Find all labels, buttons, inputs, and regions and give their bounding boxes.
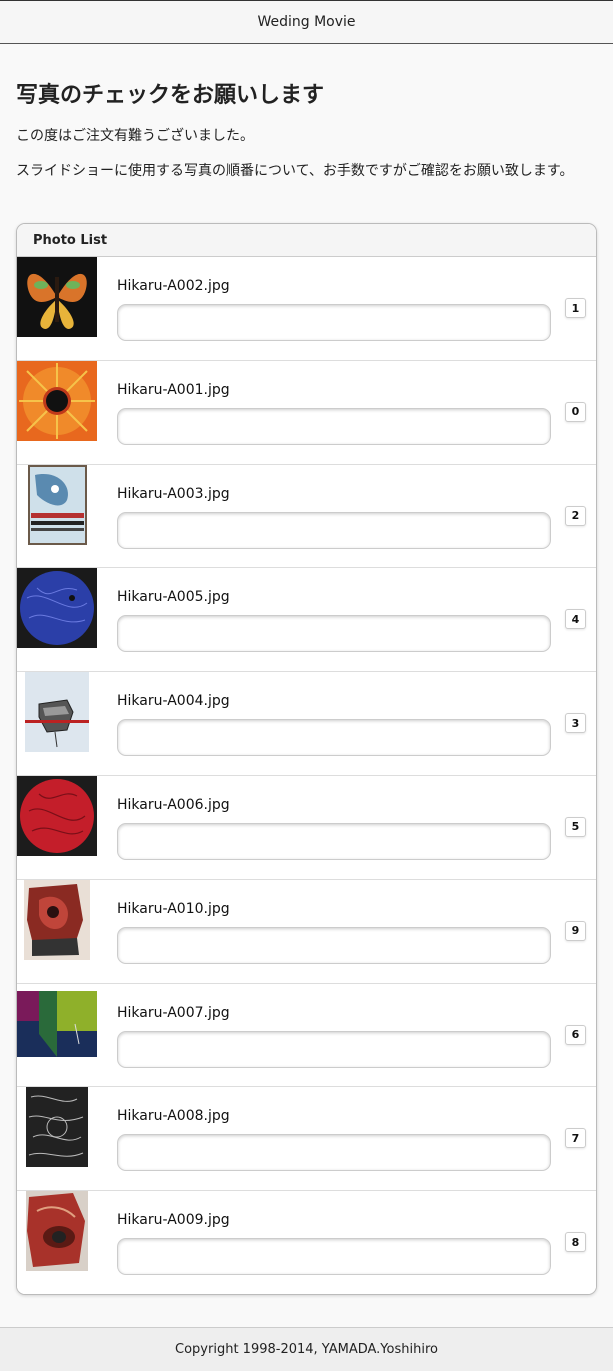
page-title: 写真のチェックをお願いします	[16, 83, 325, 108]
photo-filename: Hikaru-A009.jpg	[117, 1212, 230, 1229]
photo-row: Hikaru-A002.jpg 1	[17, 257, 596, 361]
photo-row: Hikaru-A008.jpg 7	[17, 1087, 596, 1192]
main-content: 写真のチェックをお願いします この度はご注文有難うございました。 スライドショー…	[16, 44, 597, 1295]
photo-filename: Hikaru-A003.jpg	[117, 485, 230, 502]
photo-order-badge: 9	[565, 920, 586, 941]
butterfly-painting-thumbnail[interactable]	[17, 257, 97, 337]
photo-order-badge: 6	[565, 1024, 586, 1045]
red-eye-painting-thumbnail[interactable]	[17, 1191, 97, 1272]
photo-row: Hikaru-A003.jpg 2	[17, 464, 596, 569]
photo-comment-input[interactable]	[117, 822, 551, 860]
photo-order-badge: 2	[565, 505, 586, 526]
photo-comment-input[interactable]	[117, 1238, 551, 1276]
photo-list-panel: Photo List Hikaru-A002.jpg 1 Hikaru-A001…	[16, 223, 597, 1295]
photo-order-badge: 3	[565, 713, 586, 734]
abstract-face-painting-thumbnail[interactable]	[17, 464, 97, 545]
photo-order-badge: 0	[565, 401, 586, 422]
app-title: Weding Movie	[257, 14, 356, 30]
intro-text-request: スライドショーに使用する写真の順番について、お手数ですがご確認をお願い致します。	[16, 163, 574, 179]
intro-text-thanks: この度はご注文有難うございました。	[16, 128, 254, 144]
photo-row: Hikaru-A009.jpg 8	[17, 1191, 596, 1294]
sketch-face-painting-thumbnail[interactable]	[17, 672, 97, 753]
photo-order-badge: 1	[565, 298, 586, 318]
photo-filename: Hikaru-A007.jpg	[117, 1004, 230, 1021]
photo-comment-input[interactable]	[117, 407, 551, 445]
photo-row: Hikaru-A006.jpg 5	[17, 775, 596, 880]
photo-filename: Hikaru-A002.jpg	[117, 278, 230, 294]
photo-order-badge: 4	[565, 609, 586, 630]
photo-row: Hikaru-A005.jpg 4	[17, 568, 596, 673]
photo-filename: Hikaru-A004.jpg	[117, 693, 230, 710]
photo-order-badge: 8	[565, 1232, 586, 1253]
photo-comment-input[interactable]	[117, 615, 551, 653]
photo-filename: Hikaru-A010.jpg	[117, 900, 230, 917]
photo-order-badge: 7	[565, 1128, 586, 1149]
sunburst-painting-thumbnail[interactable]	[17, 360, 97, 441]
blue-circle-painting-thumbnail[interactable]	[17, 568, 97, 649]
photo-row: Hikaru-A001.jpg 0	[17, 360, 596, 465]
photo-list-heading: Photo List	[17, 224, 596, 257]
photo-row: Hikaru-A007.jpg 6	[17, 983, 596, 1088]
photo-filename: Hikaru-A006.jpg	[117, 796, 230, 813]
photo-comment-input[interactable]	[117, 511, 551, 549]
page-footer: Copyright 1998-2014, YAMADA.Yoshihiro	[0, 1327, 613, 1371]
red-figure-painting-thumbnail[interactable]	[17, 879, 97, 960]
photo-comment-input[interactable]	[117, 926, 551, 964]
red-circle-painting-thumbnail[interactable]	[17, 775, 97, 856]
photo-comment-input[interactable]	[117, 719, 551, 757]
monochrome-texture-painting-thumbnail[interactable]	[17, 1087, 97, 1168]
copyright-text: Copyright 1998-2014, YAMADA.Yoshihiro	[175, 1342, 438, 1357]
photo-filename: Hikaru-A001.jpg	[117, 381, 230, 398]
photo-comment-input[interactable]	[117, 1030, 551, 1068]
photo-comment-input[interactable]	[117, 1134, 551, 1172]
photo-filename: Hikaru-A005.jpg	[117, 589, 230, 606]
photo-row: Hikaru-A010.jpg 9	[17, 879, 596, 984]
app-header: Weding Movie	[0, 0, 613, 44]
photo-comment-input[interactable]	[117, 304, 551, 341]
green-blue-painting-thumbnail[interactable]	[17, 983, 97, 1064]
photo-row: Hikaru-A004.jpg 3	[17, 672, 596, 776]
photo-filename: Hikaru-A008.jpg	[117, 1108, 230, 1125]
photo-order-badge: 5	[565, 816, 586, 837]
